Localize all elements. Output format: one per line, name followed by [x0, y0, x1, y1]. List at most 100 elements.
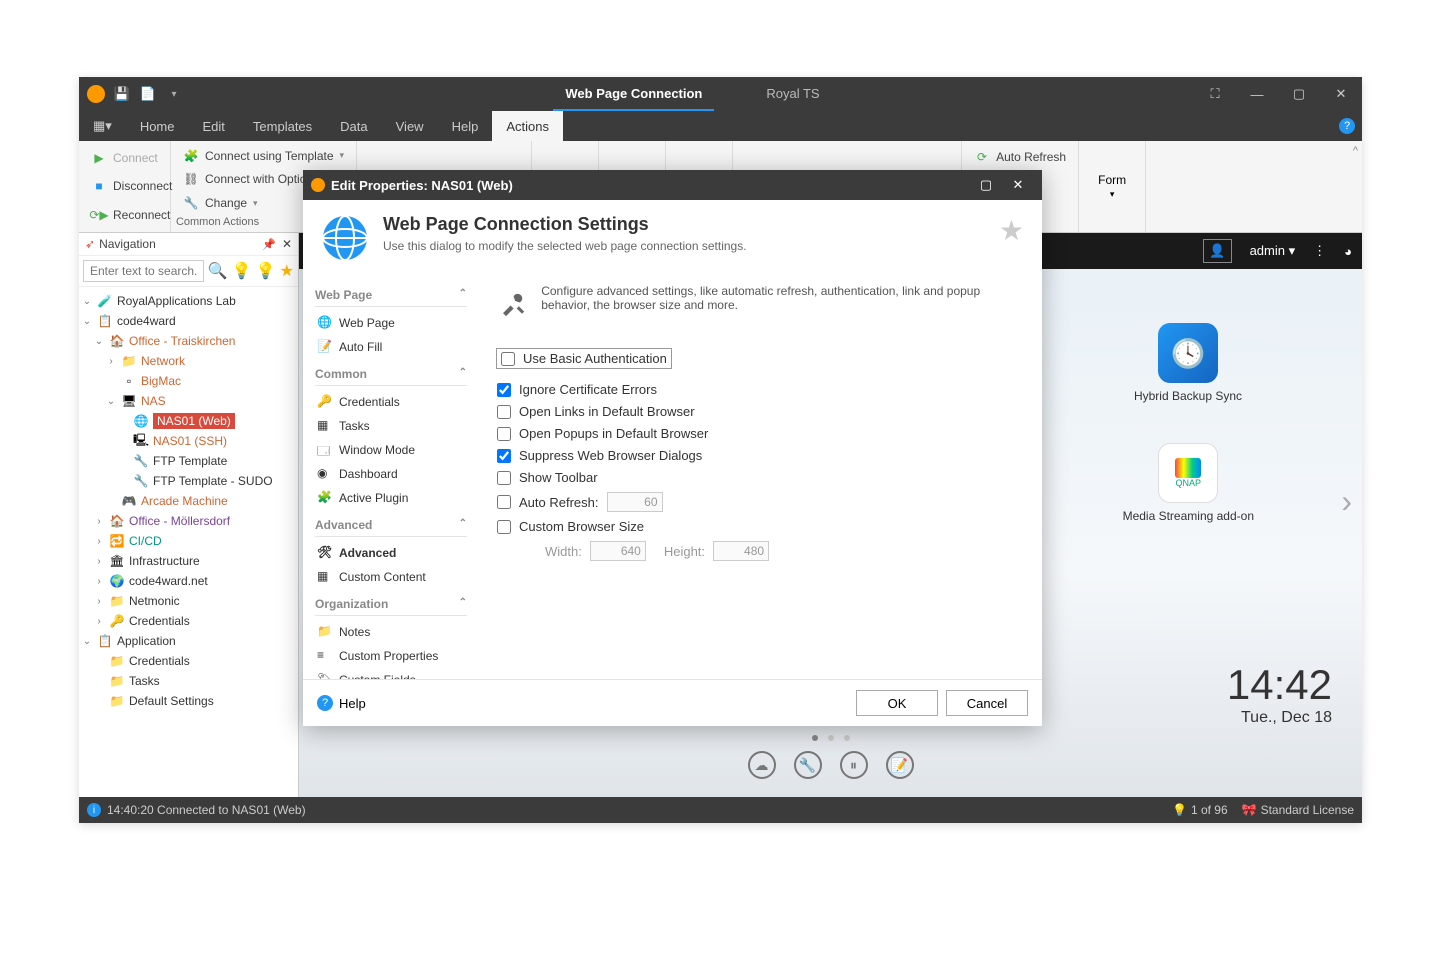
- menu-edit[interactable]: Edit: [189, 111, 239, 141]
- tree-item[interactable]: ⌄🧪RoyalApplications Lab: [79, 291, 298, 311]
- tree-item[interactable]: ▫BigMac: [79, 371, 298, 391]
- opt-open-popups[interactable]: Open Popups in Default Browser: [497, 426, 1024, 441]
- tree-item[interactable]: 🔧FTP Template - SUDO: [79, 471, 298, 491]
- tree-item[interactable]: ⌄🏠Office - Traiskirchen: [79, 331, 298, 351]
- help-link[interactable]: Help: [339, 696, 366, 711]
- suppress-checkbox[interactable]: [497, 449, 511, 463]
- opt-auto-refresh[interactable]: Auto Refresh:: [497, 492, 1024, 512]
- dialog-nav-section[interactable]: Common⌃: [315, 359, 467, 386]
- scan-icon[interactable]: ⛶: [1194, 77, 1236, 111]
- tree-item[interactable]: ›🔁CI/CD: [79, 531, 298, 551]
- dialog-maximize-button[interactable]: ▢: [970, 177, 1002, 193]
- chevron-icon[interactable]: ›: [93, 616, 105, 627]
- dialog-nav-section[interactable]: Web Page⌃: [315, 280, 467, 307]
- chevron-icon[interactable]: ⌄: [81, 316, 93, 327]
- help-icon[interactable]: ?: [1332, 111, 1362, 141]
- dock-wrench-icon[interactable]: 🔧: [794, 751, 822, 779]
- dialog-nav-item[interactable]: 🌐Web Page: [315, 311, 467, 335]
- tree-item[interactable]: ›🏠Office - Möllersdorf: [79, 511, 298, 531]
- dialog-nav-item[interactable]: ◉Dashboard: [315, 462, 467, 486]
- disconnect-button[interactable]: ■Disconnect: [87, 176, 176, 196]
- opt-open-links[interactable]: Open Links in Default Browser: [497, 404, 1024, 419]
- menu-actions[interactable]: Actions: [492, 111, 563, 141]
- maximize-button[interactable]: ▢: [1278, 77, 1320, 111]
- menu-templates[interactable]: Templates: [239, 111, 326, 141]
- dialog-nav-item[interactable]: 🏷Custom Fields: [315, 668, 467, 679]
- auto-refresh-toggle[interactable]: ⟳Auto Refresh: [970, 147, 1070, 167]
- dock-pause-icon[interactable]: ⏸: [840, 751, 868, 779]
- opt-ignore-cert[interactable]: Ignore Certificate Errors: [497, 382, 1024, 397]
- chevron-icon[interactable]: ›: [93, 576, 105, 587]
- tree-item[interactable]: ›🔑Credentials: [79, 611, 298, 631]
- opt-show-toolbar[interactable]: Show Toolbar: [497, 470, 1024, 485]
- close-button[interactable]: ✕: [1320, 77, 1362, 111]
- chevron-icon[interactable]: ›: [105, 356, 117, 367]
- menu-view[interactable]: View: [382, 111, 438, 141]
- form-dropdown[interactable]: Form▾: [1087, 145, 1137, 228]
- chevron-icon[interactable]: ›: [93, 556, 105, 567]
- opt-basic-auth[interactable]: Use Basic Authentication: [497, 349, 671, 368]
- bulb-off-icon[interactable]: 💡: [256, 261, 276, 281]
- chevron-icon[interactable]: ›: [93, 596, 105, 607]
- dialog-nav-section[interactable]: Advanced⌃: [315, 510, 467, 537]
- doc-tab-royalts[interactable]: Royal TS: [754, 78, 831, 111]
- ribbon-collapse-icon[interactable]: ^: [1353, 145, 1358, 157]
- ignore-cert-checkbox[interactable]: [497, 383, 511, 397]
- dock-note-icon[interactable]: 📝: [886, 751, 914, 779]
- dialog-nav-section[interactable]: Organization⌃: [315, 589, 467, 616]
- save-icon[interactable]: 💾: [113, 85, 131, 103]
- bulb-on-icon[interactable]: 💡: [232, 261, 252, 281]
- tree-item[interactable]: ⌄📋Application: [79, 631, 298, 651]
- nav-close-icon[interactable]: ✕: [282, 237, 292, 251]
- auto-refresh-checkbox[interactable]: [497, 495, 511, 509]
- dialog-nav-item[interactable]: 🔑Credentials: [315, 390, 467, 414]
- chevron-icon[interactable]: ⌄: [81, 296, 93, 307]
- nav-tree[interactable]: ⌄🧪RoyalApplications Lab⌄📋code4ward⌄🏠Offi…: [79, 287, 298, 797]
- tree-item[interactable]: 📁Credentials: [79, 651, 298, 671]
- tree-item[interactable]: 📁Default Settings: [79, 691, 298, 711]
- tree-item[interactable]: 🌐NAS01 (Web): [79, 411, 298, 431]
- star-icon[interactable]: ★: [280, 261, 294, 281]
- basic-auth-checkbox[interactable]: [501, 352, 515, 366]
- dialog-nav-item[interactable]: 🗔Window Mode: [315, 438, 467, 462]
- dialog-nav-item[interactable]: 📝Auto Fill: [315, 335, 467, 359]
- tree-item[interactable]: 📁Tasks: [79, 671, 298, 691]
- carousel-next-icon[interactable]: ›: [1341, 483, 1352, 520]
- qnap-user[interactable]: admin ▾: [1250, 243, 1296, 259]
- tree-item[interactable]: ›📁Network: [79, 351, 298, 371]
- tree-item[interactable]: ›📁Netmonic: [79, 591, 298, 611]
- opt-custom-size[interactable]: Custom Browser Size: [497, 519, 1024, 534]
- search-input[interactable]: [83, 260, 204, 282]
- tree-item[interactable]: 🖳NAS01 (SSH): [79, 431, 298, 451]
- menu-data[interactable]: Data: [326, 111, 381, 141]
- dot-icon[interactable]: [828, 735, 834, 741]
- dialog-nav-item[interactable]: ▦Custom Content: [315, 565, 467, 589]
- dock-cloud-icon[interactable]: ☁: [748, 751, 776, 779]
- gauge-icon[interactable]: ◕: [1344, 244, 1352, 259]
- ok-button[interactable]: OK: [856, 690, 938, 716]
- opt-suppress[interactable]: Suppress Web Browser Dialogs: [497, 448, 1024, 463]
- tree-item[interactable]: ›🏛Infrastructure: [79, 551, 298, 571]
- dialog-close-button[interactable]: ✕: [1002, 177, 1034, 193]
- minimize-button[interactable]: —: [1236, 77, 1278, 111]
- tile-hybrid-backup[interactable]: 🕓 Hybrid Backup Sync: [1134, 323, 1242, 403]
- dot-icon[interactable]: [844, 735, 850, 741]
- doc-tab-webpage[interactable]: Web Page Connection: [553, 78, 714, 111]
- height-input[interactable]: [713, 541, 769, 561]
- qat-dropdown-icon[interactable]: ▾: [165, 85, 183, 103]
- chevron-icon[interactable]: ⌄: [105, 396, 117, 407]
- favorite-star-icon[interactable]: ★: [999, 214, 1024, 247]
- chevron-icon[interactable]: ›: [93, 536, 105, 547]
- more-icon[interactable]: ⋮: [1313, 243, 1326, 259]
- open-links-checkbox[interactable]: [497, 405, 511, 419]
- dialog-nav-item[interactable]: ≡Custom Properties: [315, 644, 467, 668]
- dialog-nav-item[interactable]: ▦Tasks: [315, 414, 467, 438]
- chevron-icon[interactable]: ›: [93, 516, 105, 527]
- tree-item[interactable]: 🔧FTP Template: [79, 451, 298, 471]
- menu-help[interactable]: Help: [438, 111, 493, 141]
- custom-size-checkbox[interactable]: [497, 520, 511, 534]
- chevron-icon[interactable]: ⌄: [81, 636, 93, 647]
- new-doc-icon[interactable]: 📄: [139, 85, 157, 103]
- user-icon[interactable]: 👤: [1203, 239, 1231, 263]
- dialog-nav-item[interactable]: 🛠Advanced: [315, 541, 467, 565]
